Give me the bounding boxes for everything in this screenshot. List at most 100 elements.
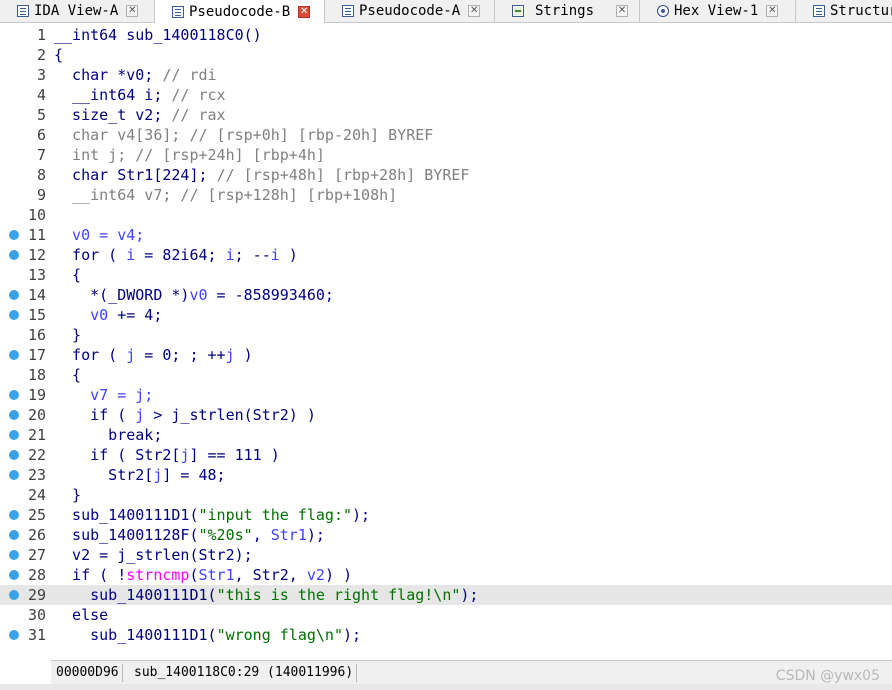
code-token: if ( bbox=[54, 406, 136, 424]
code-line[interactable]: 31 sub_1400111D1("wrong flag\n"); bbox=[0, 625, 892, 645]
code-line[interactable]: 2{ bbox=[0, 45, 892, 65]
code-line[interactable]: 12 for ( i = 82i64; i; --i ) bbox=[0, 245, 892, 265]
tab-strings[interactable]: Strings ✕ bbox=[495, 0, 640, 22]
code-line[interactable]: 22 if ( Str2[j] == 111 ) bbox=[0, 445, 892, 465]
tab-bar: IDA View-A ✕ Pseudocode-B ✕ Pseudocode-A… bbox=[0, 0, 892, 23]
code-line[interactable]: 7 int j; // [rsp+24h] [rbp+4h] bbox=[0, 145, 892, 165]
line-number: 18 bbox=[27, 366, 46, 384]
code-line[interactable]: 3 char *v0; // rdi bbox=[0, 65, 892, 85]
breakpoint-icon[interactable] bbox=[9, 630, 19, 640]
code-text: v2 = j_strlen(Str2); bbox=[54, 545, 253, 565]
line-number: 29 bbox=[27, 586, 46, 604]
code-line[interactable]: 24 } bbox=[0, 485, 892, 505]
code-line[interactable]: 1 __int64 sub_1400118C0() bbox=[0, 25, 892, 45]
code-token: int j; // [rsp+24h] [rbp+4h] bbox=[54, 146, 325, 164]
line-number: 9 bbox=[36, 186, 46, 204]
code-line[interactable]: 8 char Str1[224]; // [rsp+48h] [rbp+28h]… bbox=[0, 165, 892, 185]
code-token: = 82i64; bbox=[135, 246, 226, 264]
code-line[interactable]: 19 v7 = j; bbox=[0, 385, 892, 405]
line-number: 31 bbox=[27, 626, 46, 644]
code-token: Str1 bbox=[198, 566, 235, 584]
tab-hex-view-1[interactable]: Hex View-1 ✕ bbox=[640, 0, 796, 22]
breakpoint-icon[interactable] bbox=[9, 470, 19, 480]
code-line[interactable]: 17 for ( j = 0; ; ++j ) bbox=[0, 345, 892, 365]
breakpoint-icon[interactable] bbox=[9, 430, 19, 440]
tab-label: IDA View-A bbox=[34, 3, 119, 19]
code-line[interactable]: 6 char v4[36]; // [rsp+0h] [rbp-20h] BYR… bbox=[0, 125, 892, 145]
code-line[interactable]: 27 v2 = j_strlen(Str2); bbox=[0, 545, 892, 565]
close-icon[interactable]: ✕ bbox=[616, 5, 629, 17]
pseudocode-view[interactable]: 1 __int64 sub_1400118C0() 2{3 char *v0; //… bbox=[0, 23, 892, 655]
code-token: __int64 v7; // [rsp+128h] [rbp+108h] bbox=[54, 186, 398, 204]
code-text: sub_1400111D1("this is the right flag!\n… bbox=[54, 585, 478, 605]
breakpoint-icon[interactable] bbox=[9, 290, 19, 300]
code-line-current[interactable]: 29 sub_1400111D1("this is the right flag… bbox=[0, 585, 892, 605]
code-line[interactable]: 13 { bbox=[0, 265, 892, 285]
line-number: 1 bbox=[36, 26, 46, 44]
code-text: __int64 sub_1400118C0() bbox=[54, 25, 262, 45]
tab-ida-view-a[interactable]: IDA View-A ✕ bbox=[0, 0, 155, 22]
breakpoint-icon[interactable] bbox=[9, 550, 19, 560]
code-text: char *v0; // rdi bbox=[54, 65, 217, 85]
close-icon[interactable]: ✕ bbox=[766, 5, 779, 17]
tab-label: Pseudocode-B bbox=[189, 3, 291, 20]
code-line[interactable]: 21 break; bbox=[0, 425, 892, 445]
code-line[interactable]: 25 sub_1400111D1("input the flag:"); bbox=[0, 505, 892, 525]
code-line[interactable]: 18 { bbox=[0, 365, 892, 385]
line-number: 15 bbox=[27, 306, 46, 324]
code-line[interactable]: 15 v0 += 4; bbox=[0, 305, 892, 325]
code-token: strncmp bbox=[126, 566, 190, 584]
code-line[interactable]: 23 Str2[j] = 48; bbox=[0, 465, 892, 485]
code-token: sub_1400111D1( bbox=[54, 586, 217, 604]
code-token: ] == 111 ) bbox=[189, 446, 280, 464]
code-text: if ( !strncmp(Str1, Str2, v2) ) bbox=[54, 565, 352, 585]
breakpoint-icon[interactable] bbox=[9, 530, 19, 540]
code-token: *(_DWORD *) bbox=[54, 286, 190, 304]
tab-pseudocode-b[interactable]: Pseudocode-B ✕ bbox=[155, 0, 325, 23]
code-token: += 4; bbox=[108, 306, 163, 324]
code-line[interactable]: 28 if ( !strncmp(Str1, Str2, v2) ) bbox=[0, 565, 892, 585]
code-text: char Str1[224]; // [rsp+48h] [rbp+28h] B… bbox=[54, 165, 469, 185]
code-line[interactable]: 10 bbox=[0, 205, 892, 225]
line-number: 3 bbox=[36, 66, 46, 84]
code-line[interactable]: 20 if ( j > j_strlen(Str2) ) bbox=[0, 405, 892, 425]
breakpoint-icon[interactable] bbox=[9, 310, 19, 320]
breakpoint-icon[interactable] bbox=[9, 250, 19, 260]
breakpoint-icon[interactable] bbox=[9, 230, 19, 240]
line-number: 14 bbox=[27, 286, 46, 304]
code-line[interactable]: 5 size_t v2; // rax bbox=[0, 105, 892, 125]
tab-structures[interactable]: Structur bbox=[796, 0, 892, 22]
line-number: 17 bbox=[27, 346, 46, 364]
code-text: { bbox=[54, 45, 63, 65]
code-line[interactable]: 16 } bbox=[0, 325, 892, 345]
breakpoint-icon[interactable] bbox=[9, 510, 19, 520]
status-address: 00000D96 bbox=[53, 664, 123, 682]
line-number: 28 bbox=[27, 566, 46, 584]
breakpoint-icon[interactable] bbox=[9, 590, 19, 600]
breakpoint-icon[interactable] bbox=[9, 410, 19, 420]
breakpoint-icon[interactable] bbox=[9, 390, 19, 400]
watermark: CSDN @ywx05 bbox=[775, 668, 880, 684]
code-token: // rcx bbox=[171, 86, 226, 104]
close-icon[interactable]: ✕ bbox=[468, 5, 481, 17]
code-token: = 0; ; ++ bbox=[135, 346, 226, 364]
horizontal-scrollbar[interactable] bbox=[0, 684, 892, 690]
code-line[interactable]: 4 __int64 i; // rcx bbox=[0, 85, 892, 105]
line-number: 20 bbox=[27, 406, 46, 424]
code-line[interactable]: 11 v0 = v4; bbox=[0, 225, 892, 245]
code-line[interactable]: 30 else bbox=[0, 605, 892, 625]
line-number: 27 bbox=[27, 546, 46, 564]
code-line[interactable]: 9 __int64 v7; // [rsp+128h] [rbp+108h] bbox=[0, 185, 892, 205]
breakpoint-icon[interactable] bbox=[9, 570, 19, 580]
code-line[interactable]: 14 *(_DWORD *)v0 = -858993460; bbox=[0, 285, 892, 305]
line-number: 10 bbox=[27, 206, 46, 224]
breakpoint-icon[interactable] bbox=[9, 450, 19, 460]
code-token: if ( ! bbox=[54, 566, 127, 584]
close-icon[interactable]: ✕ bbox=[126, 5, 139, 17]
code-token: ); bbox=[460, 586, 479, 604]
breakpoint-icon[interactable] bbox=[9, 350, 19, 360]
code-token: sub_14001128F( bbox=[54, 526, 199, 544]
code-line[interactable]: 26 sub_14001128F("%20s", Str1); bbox=[0, 525, 892, 545]
tab-pseudocode-a[interactable]: Pseudocode-A ✕ bbox=[325, 0, 495, 22]
close-icon[interactable]: ✕ bbox=[298, 5, 311, 18]
